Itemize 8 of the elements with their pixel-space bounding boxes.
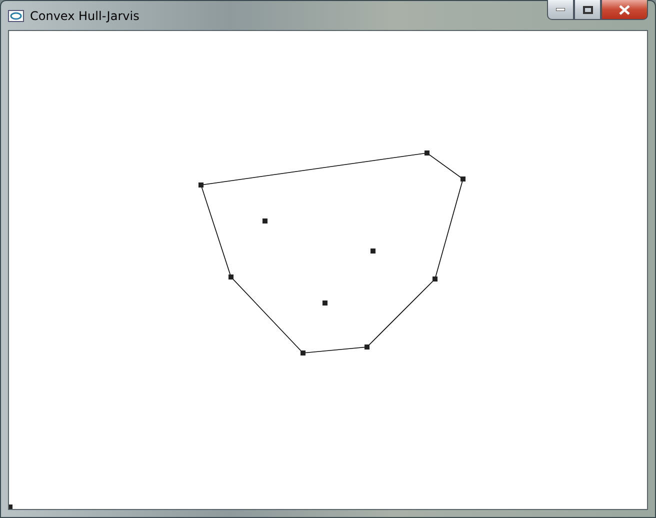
maximize-button[interactable] [574,0,601,20]
window-title: Convex Hull-Jarvis [30,8,140,22]
app-icon [8,10,24,22]
maximize-icon [582,6,592,14]
close-button[interactable] [601,0,648,20]
minimize-button[interactable] [547,0,574,20]
close-icon [619,4,630,14]
minimize-icon [556,8,565,11]
